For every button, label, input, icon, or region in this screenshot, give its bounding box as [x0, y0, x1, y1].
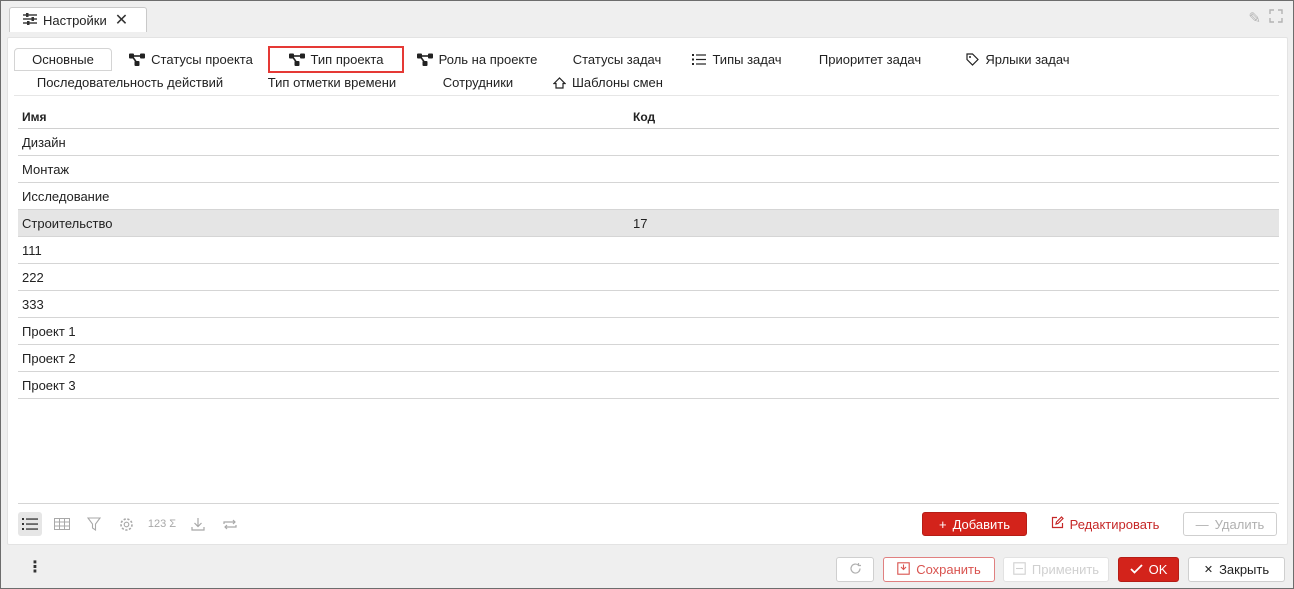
list-view-icon[interactable]: [18, 512, 42, 536]
fullscreen-icon[interactable]: [1269, 9, 1283, 27]
settings-tabs: Основные Статусы проекта Тип проекта Роль н…: [14, 46, 1279, 94]
close-icon: ✕: [1203, 564, 1214, 576]
sliders-icon: [23, 12, 37, 28]
window-tab-title: Настройки: [43, 12, 107, 28]
add-button[interactable]: + Добавить: [922, 512, 1027, 536]
add-button-label: Добавить: [952, 516, 1011, 532]
check-icon: [1129, 562, 1143, 577]
edit-button[interactable]: Редактировать: [1035, 512, 1175, 536]
cell-name: Проект 1: [22, 323, 76, 339]
cell-name: Дизайн: [22, 134, 66, 150]
table-row[interactable]: 111: [18, 237, 1279, 264]
column-header-name[interactable]: Имя: [18, 110, 629, 124]
apply-button[interactable]: Применить: [1003, 557, 1109, 582]
filter-icon[interactable]: [78, 512, 110, 536]
ok-button[interactable]: OK: [1118, 557, 1179, 582]
cell-name: 333: [22, 296, 44, 312]
window-tab[interactable]: Настройки ✕: [9, 7, 147, 32]
close-button-label: Закрыть: [1219, 562, 1270, 577]
tab-label: Роль на проекте: [438, 52, 538, 67]
tab-row1-7[interactable]: Приоритет задач: [792, 48, 948, 71]
cell-name: Исследование: [22, 188, 110, 204]
more-vertical-icon[interactable]: ⋮: [27, 560, 43, 576]
tab-label: Типы задач: [712, 52, 782, 67]
table-row[interactable]: Проект 1: [18, 318, 1279, 345]
tab-label: Статусы проекта: [151, 52, 253, 67]
tab-label: Ярлыки задач: [985, 52, 1070, 67]
tab-label: Последовательность действий: [36, 75, 224, 90]
tab-label: Шаблоны смен: [572, 75, 663, 90]
tab-row1-3[interactable]: Тип проекта: [268, 46, 404, 73]
delete-button[interactable]: — Удалить: [1183, 512, 1277, 536]
table-row[interactable]: Проект 3: [18, 372, 1279, 399]
table-view-icon[interactable]: [46, 512, 78, 536]
tab-row1-8[interactable]: Ярлыки задач: [948, 48, 1088, 71]
ok-button-label: OK: [1148, 562, 1168, 577]
cell-name: 222: [22, 269, 44, 285]
nodes-icon: [129, 53, 146, 66]
tab-row2-1[interactable]: Последовательность действий: [14, 71, 246, 94]
tab-row1-6[interactable]: Типы задач: [682, 48, 792, 71]
tab-label: Основные: [32, 52, 94, 67]
tab-label: Статусы задач: [572, 52, 662, 67]
edit-button-label: Редактировать: [1069, 516, 1160, 532]
table-row[interactable]: Строительство 17: [18, 210, 1279, 237]
pencil-icon[interactable]: ✎: [1248, 9, 1261, 27]
grid-header: Имя Код: [18, 106, 1279, 129]
cell-code: 17: [633, 215, 648, 231]
tag-icon: [966, 53, 980, 66]
close-button[interactable]: ✕ Закрыть: [1188, 557, 1285, 582]
tab-label: Тип проекта: [310, 52, 384, 67]
gear-icon[interactable]: [110, 512, 142, 536]
tab-row1-4[interactable]: Роль на проекте: [402, 48, 552, 71]
nodes-icon: [288, 53, 305, 66]
cell-name: Строительство: [22, 215, 113, 231]
close-icon[interactable]: ✕: [115, 10, 128, 30]
tabs-divider: [14, 95, 1279, 96]
grid-footer-divider: [18, 503, 1279, 504]
table-row[interactable]: Дизайн: [18, 129, 1279, 156]
plus-icon: +: [938, 516, 947, 532]
grid-toolbar: 123 Σ: [18, 512, 246, 536]
tab-row2-2[interactable]: Тип отметки времени: [246, 71, 418, 94]
cell-name: Проект 3: [22, 377, 76, 393]
tab-row1-2[interactable]: Статусы проекта: [112, 48, 270, 71]
tab-row1-1[interactable]: Основные: [14, 48, 112, 71]
tab-label: Приоритет задач: [818, 52, 922, 67]
table-row[interactable]: Исследование: [18, 183, 1279, 210]
delete-button-label: Удалить: [1214, 516, 1265, 532]
save-button-label: Сохранить: [916, 562, 981, 577]
table-row[interactable]: Монтаж: [18, 156, 1279, 183]
edit-icon: [1051, 516, 1064, 532]
tab-row2-3[interactable]: Сотрудники: [418, 71, 538, 94]
tab-row2-4[interactable]: Шаблоны смен: [538, 71, 678, 94]
nodes-icon: [416, 53, 433, 66]
tab-row1-5[interactable]: Статусы задач: [552, 48, 682, 71]
minus-icon: —: [1195, 516, 1209, 532]
table-row[interactable]: 222: [18, 264, 1279, 291]
tab-label: Сотрудники: [442, 75, 514, 90]
refresh-icon[interactable]: [214, 512, 246, 536]
cell-name: Монтаж: [22, 161, 70, 177]
settings-window: Настройки ✕ ✎ Основные Статусы проекта Тип…: [0, 0, 1294, 589]
table-row[interactable]: Проект 2: [18, 345, 1279, 372]
download-icon[interactable]: [182, 512, 214, 536]
project-type-grid: Имя Код Дизайн Монтаж Исследование Строител…: [18, 106, 1279, 399]
table-row[interactable]: 333: [18, 291, 1279, 318]
cell-name: 111: [22, 242, 42, 258]
save-icon: [897, 561, 910, 578]
cell-name: Проект 2: [22, 350, 76, 366]
home-outline-icon: [553, 76, 567, 89]
sum-icon[interactable]: 123 Σ: [142, 512, 182, 536]
save-button[interactable]: Сохранить: [883, 557, 995, 582]
column-header-code[interactable]: Код: [629, 110, 1279, 124]
list-icon: [692, 54, 707, 65]
apply-icon: [1013, 561, 1026, 578]
reload-icon: [849, 562, 862, 578]
settings-panel: Основные Статусы проекта Тип проекта Роль н…: [7, 37, 1288, 545]
dialog-footer: ⋮ Сохранить Применить OK ✕ Закрыть: [1, 553, 1293, 585]
reload-button[interactable]: [836, 557, 874, 582]
apply-button-label: Применить: [1031, 562, 1100, 577]
tab-label: Тип отметки времени: [267, 75, 397, 90]
